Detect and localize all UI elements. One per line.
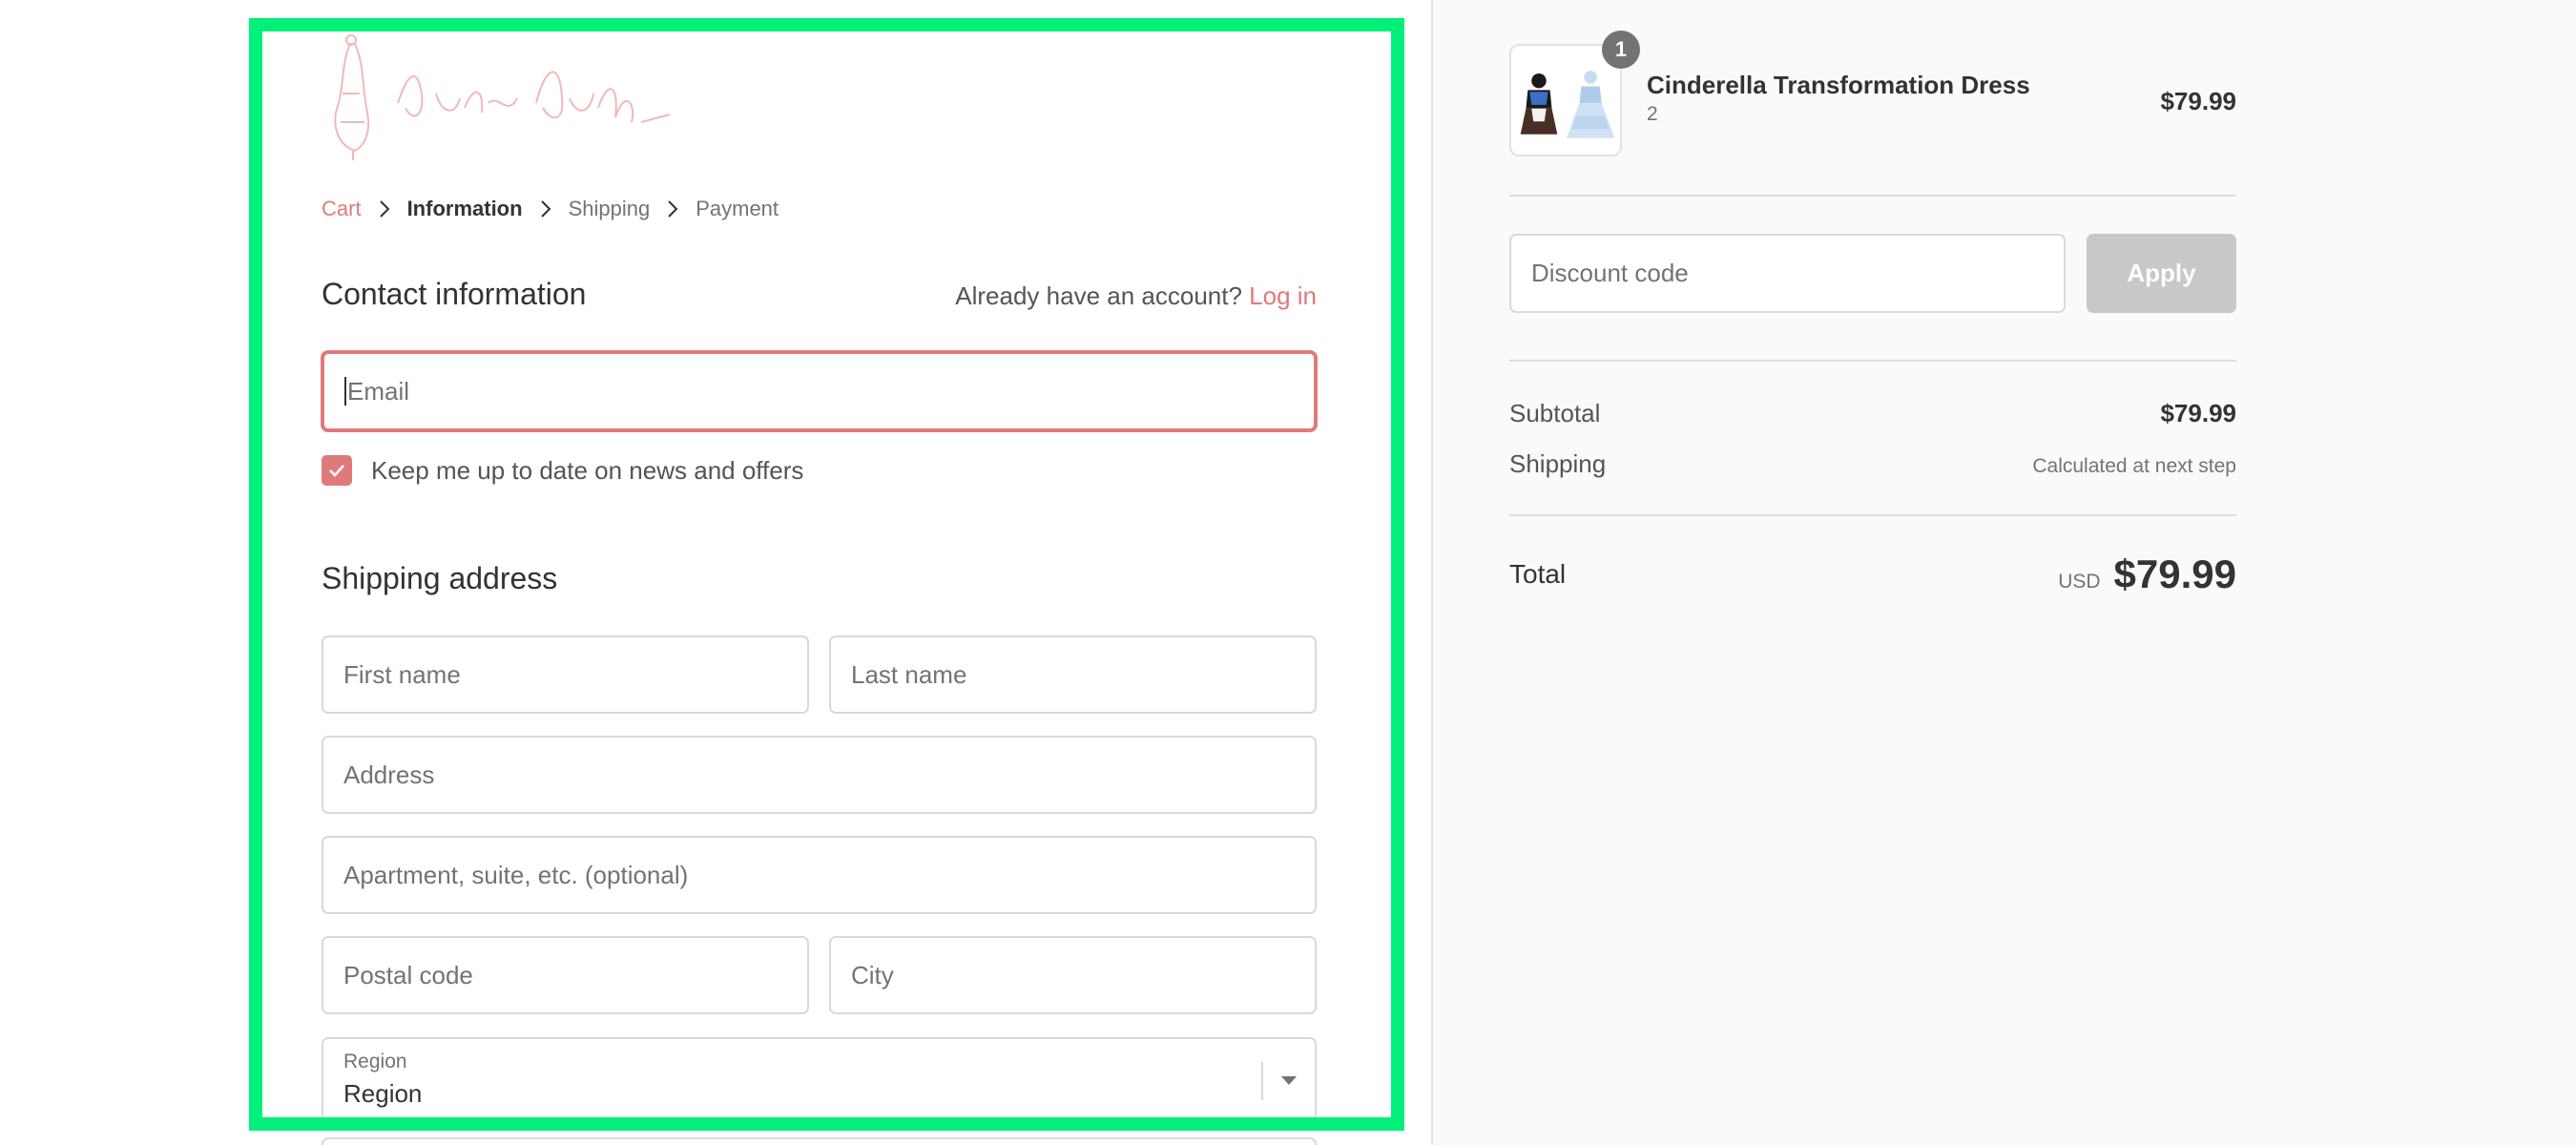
last-name-placeholder: Last name	[851, 659, 967, 689]
city-placeholder: City	[851, 960, 894, 989]
chevron-right-icon	[540, 199, 551, 219]
quantity-badge: 1	[1602, 31, 1640, 69]
address-field[interactable]: Address	[322, 736, 1317, 814]
dress-image	[1520, 71, 1615, 138]
postal-code-placeholder: Postal code	[343, 960, 473, 989]
product-line: 1 Cinderella Transformation Dress 2 $79.…	[1509, 31, 2236, 158]
discount-code-field[interactable]: Discount code	[1509, 234, 2066, 313]
chevron-right-icon	[379, 199, 390, 219]
checkout-main: Cart Information Shipping Payment Contac…	[0, 0, 1431, 1145]
apartment-field[interactable]: Apartment, suite, etc. (optional)	[322, 836, 1317, 914]
total-value: $79.99	[2113, 552, 2236, 596]
subtotal-label: Subtotal	[1509, 399, 1601, 427]
checkmark-icon	[329, 465, 344, 477]
first-name-field[interactable]: First name	[322, 635, 809, 714]
product-name: Cinderella Transformation Dress	[1647, 71, 2030, 99]
postal-code-field[interactable]: Postal code	[322, 936, 809, 1014]
divider	[1509, 195, 2236, 197]
logo-graphic	[334, 34, 671, 179]
currency-code: USD	[2058, 571, 2101, 593]
total-label: Total	[1509, 559, 1567, 589]
product-price: $79.99	[2160, 87, 2236, 115]
region-select[interactable]: Region Region	[322, 1037, 1317, 1123]
total-row: Total USD $79.99	[1509, 552, 2236, 597]
next-field-edge[interactable]	[322, 1137, 1317, 1145]
breadcrumb-cart[interactable]: Cart	[322, 197, 362, 221]
account-prompt: Already have an account? Log in	[955, 281, 1317, 311]
first-name-placeholder: First name	[343, 659, 461, 689]
email-placeholder: Email	[347, 376, 410, 406]
discount-placeholder: Discount code	[1531, 259, 1689, 287]
divider	[1509, 514, 2236, 516]
breadcrumb: Cart Information Shipping Payment	[322, 197, 779, 221]
order-summary-sidebar: 1 Cinderella Transformation Dress 2 $79.…	[1431, 0, 2576, 1145]
email-field[interactable]: Email	[322, 351, 1317, 431]
apply-button[interactable]: Apply	[2087, 234, 2236, 313]
contact-title: Contact information	[322, 277, 587, 311]
breadcrumb-shipping: Shipping	[568, 197, 651, 220]
chevron-right-icon	[667, 199, 678, 219]
newsletter-checkbox[interactable]	[322, 455, 352, 486]
account-prompt-text: Already have an account?	[955, 281, 1242, 310]
breadcrumb-payment: Payment	[696, 197, 779, 220]
region-value: Region	[343, 1079, 423, 1108]
total-amount: USD $79.99	[2058, 552, 2236, 597]
select-divider	[1261, 1062, 1263, 1100]
caret-down-icon	[1281, 1076, 1297, 1085]
text-caret	[344, 377, 346, 406]
shipping-value: Calculated at next step	[2032, 455, 2236, 477]
product-thumbnail: 1	[1509, 31, 1640, 156]
shipping-label: Shipping	[1509, 449, 1607, 478]
breadcrumb-information: Information	[406, 197, 523, 220]
newsletter-label: Keep me up to date on news and offers	[371, 455, 804, 485]
region-label: Region	[343, 1051, 407, 1072]
address-placeholder: Address	[343, 760, 435, 789]
subtotal-row: Subtotal $79.99	[1509, 399, 2236, 428]
product-variant: 2	[1647, 103, 1658, 125]
last-name-field[interactable]: Last name	[829, 635, 1317, 714]
shipping-row: Shipping Calculated at next step	[1509, 449, 2236, 479]
shipping-header: Shipping address	[322, 561, 1317, 596]
login-link[interactable]: Log in	[1249, 281, 1317, 310]
shipping-title: Shipping address	[322, 561, 558, 595]
divider	[1509, 360, 2236, 362]
store-logo[interactable]	[322, 27, 675, 179]
contact-header: Contact information Already have an acco…	[322, 277, 1317, 312]
newsletter-row[interactable]: Keep me up to date on news and offers	[322, 455, 803, 486]
subtotal-value: $79.99	[2160, 399, 2236, 427]
city-field[interactable]: City	[829, 936, 1317, 1014]
apartment-placeholder: Apartment, suite, etc. (optional)	[343, 860, 689, 889]
